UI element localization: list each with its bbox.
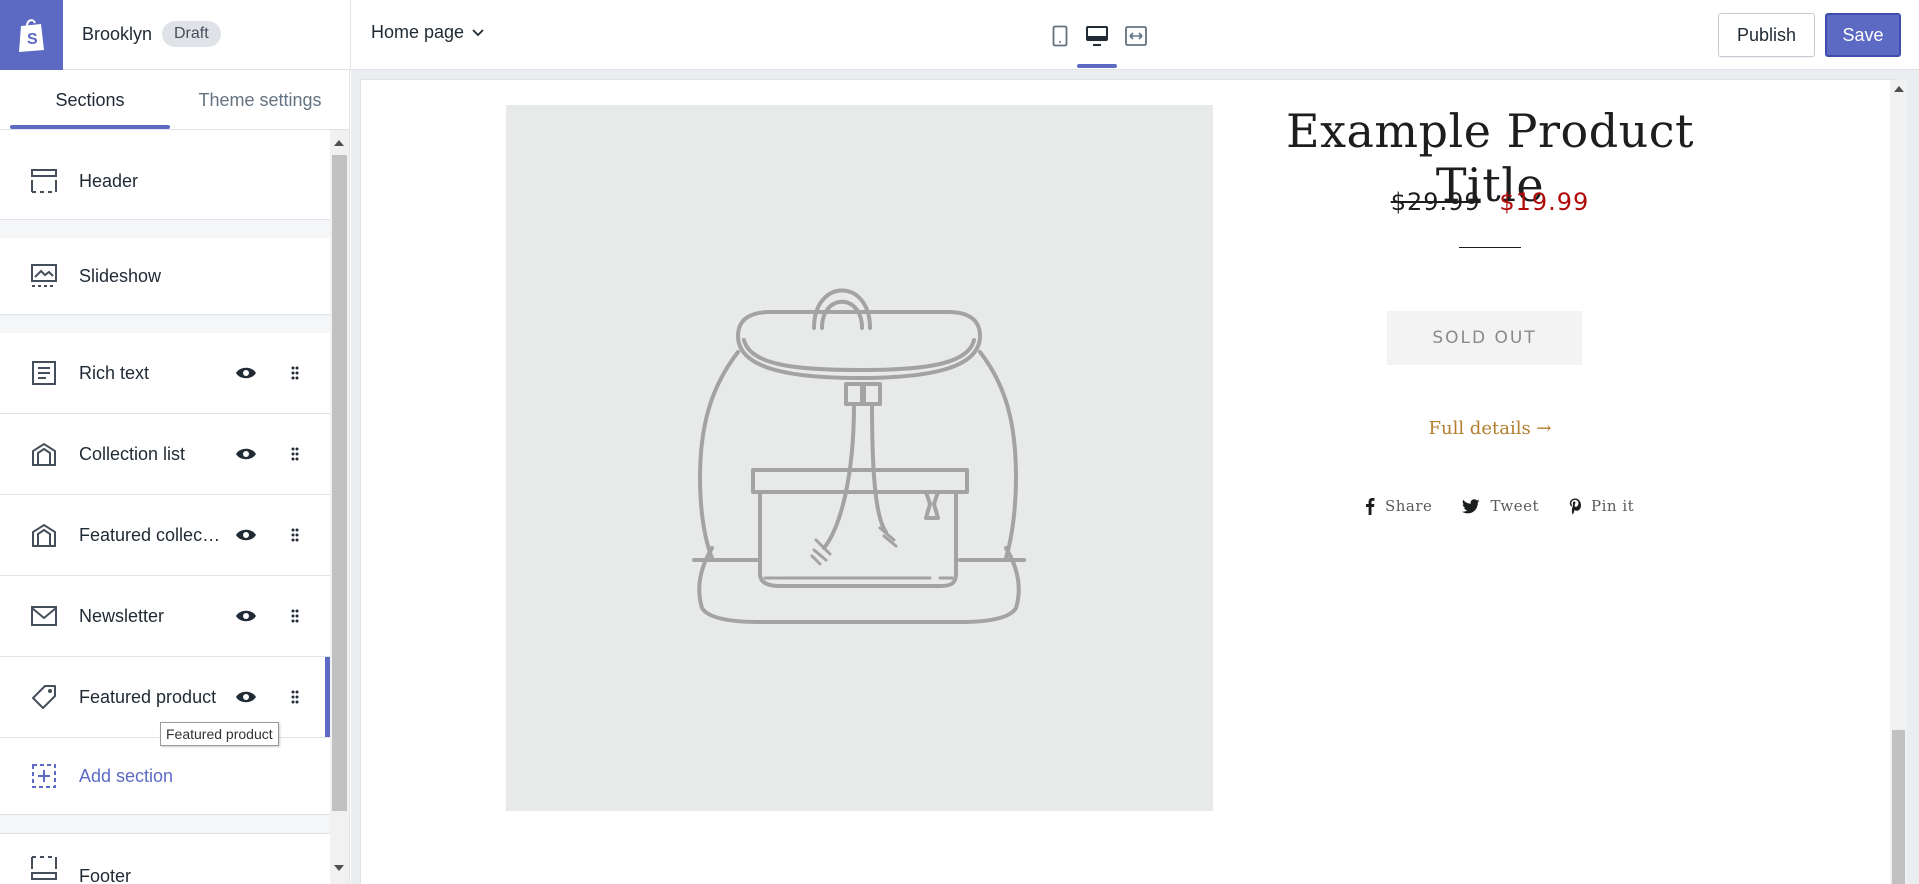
eye-icon[interactable] — [233, 360, 259, 386]
tab-theme-settings[interactable]: Theme settings — [180, 70, 340, 130]
fullscreen-icon — [1125, 26, 1147, 46]
section-item-label: Featured product — [79, 686, 217, 707]
section-item-header[interactable]: Header — [0, 143, 330, 220]
social-share-row: Share Tweet Pin it — [1365, 497, 1634, 515]
eye-icon[interactable] — [233, 684, 259, 710]
page-selector[interactable]: Home page — [371, 22, 484, 43]
header-icon — [30, 167, 58, 195]
full-details-link[interactable]: Full details → — [1230, 418, 1750, 439]
publish-button[interactable]: Publish — [1718, 13, 1815, 57]
twitter-icon — [1462, 498, 1480, 513]
backpack-placeholder-icon — [691, 288, 1026, 624]
desktop-icon — [1086, 26, 1108, 46]
sidebar-tabs: Sections Theme settings — [0, 70, 349, 130]
share-twitter-link[interactable]: Tweet — [1462, 497, 1539, 515]
pin-label: Pin it — [1591, 497, 1635, 515]
section-item-rich-text[interactable]: Rich text — [0, 333, 330, 414]
save-button[interactable]: Save — [1825, 13, 1901, 57]
divider — [350, 0, 351, 70]
fullscreen-view-button[interactable] — [1122, 22, 1150, 50]
share-facebook-link[interactable]: Share — [1365, 497, 1432, 515]
compare-at-price: $29.99 — [1390, 188, 1481, 216]
mobile-icon — [1052, 25, 1068, 47]
section-item-newsletter[interactable]: Newsletter — [0, 576, 330, 657]
section-item-label: Featured collection — [79, 524, 221, 545]
top-bar: S Brooklyn Draft Home page Publish Save — [0, 0, 1919, 70]
chevron-down-icon — [472, 28, 484, 36]
drag-handle-icon[interactable] — [286, 686, 304, 708]
title-divider — [1459, 247, 1521, 248]
sale-price: $19.99 — [1499, 188, 1590, 216]
rich-text-icon — [30, 359, 58, 387]
eye-icon[interactable] — [233, 603, 259, 629]
section-item-label: Header — [79, 170, 139, 191]
drag-handle-icon[interactable] — [286, 605, 304, 627]
tooltip: Featured product — [160, 722, 279, 746]
add-section-label: Add section — [79, 765, 174, 786]
active-device-indicator — [1077, 64, 1117, 68]
theme-name: Brooklyn — [82, 24, 153, 44]
section-item-label: Collection list — [79, 443, 186, 464]
section-item-label: Footer — [79, 866, 132, 884]
add-section-icon — [30, 762, 58, 790]
svg-text:S: S — [27, 31, 38, 48]
collection-icon — [30, 521, 58, 549]
scroll-up-icon[interactable] — [334, 140, 344, 146]
share-label: Share — [1385, 497, 1433, 515]
eye-icon[interactable] — [233, 522, 259, 548]
desktop-view-button[interactable] — [1083, 22, 1111, 50]
section-item-label: Rich text — [79, 362, 150, 383]
tab-sections[interactable]: Sections — [10, 70, 170, 130]
section-item-label: Slideshow — [79, 265, 162, 286]
section-item-collection-list[interactable]: Collection list — [0, 414, 330, 495]
add-section-button[interactable]: Add section — [0, 738, 330, 815]
tag-icon — [30, 683, 58, 711]
section-item-slideshow[interactable]: Slideshow — [0, 238, 330, 315]
scroll-down-icon[interactable] — [334, 865, 344, 871]
share-pinterest-link[interactable]: Pin it — [1569, 497, 1634, 515]
drag-handle-icon[interactable] — [286, 524, 304, 546]
drag-handle-icon[interactable] — [286, 362, 304, 384]
price-row: $29.99 $19.99 — [1230, 188, 1750, 216]
sidebar-scroll-thumb[interactable] — [332, 155, 347, 811]
sidebar: Sections Theme settings Header Slideshow — [0, 70, 350, 884]
sold-out-button[interactable]: SOLD OUT — [1387, 311, 1582, 365]
pinterest-icon — [1569, 498, 1582, 515]
shopify-bag-icon: S — [18, 19, 44, 52]
preview-scroll-thumb[interactable] — [1892, 730, 1905, 884]
slideshow-icon — [30, 262, 58, 290]
active-tab-indicator — [10, 125, 170, 129]
section-item-footer[interactable]: Footer — [0, 833, 330, 884]
section-item-label: Newsletter — [79, 605, 165, 626]
preview-scroll-up-icon[interactable] — [1894, 86, 1904, 92]
tweet-label: Tweet — [1490, 497, 1540, 515]
shopify-logo[interactable]: S — [0, 0, 63, 70]
status-badge: Draft — [162, 21, 221, 47]
product-image[interactable] — [506, 105, 1213, 811]
envelope-icon — [30, 602, 58, 630]
sections-list: Header Slideshow Rich text Collection li… — [0, 143, 330, 884]
mobile-view-button[interactable] — [1046, 22, 1074, 50]
section-item-featured-collection[interactable]: Featured collection — [0, 495, 330, 576]
page-selector-label: Home page — [371, 22, 465, 42]
eye-icon[interactable] — [233, 441, 259, 467]
theme-editor: S Brooklyn Draft Home page Publish Save … — [0, 0, 1919, 884]
collection-icon — [30, 440, 58, 468]
drag-handle-icon[interactable] — [286, 443, 304, 465]
footer-icon — [30, 854, 58, 882]
facebook-icon — [1366, 498, 1375, 515]
